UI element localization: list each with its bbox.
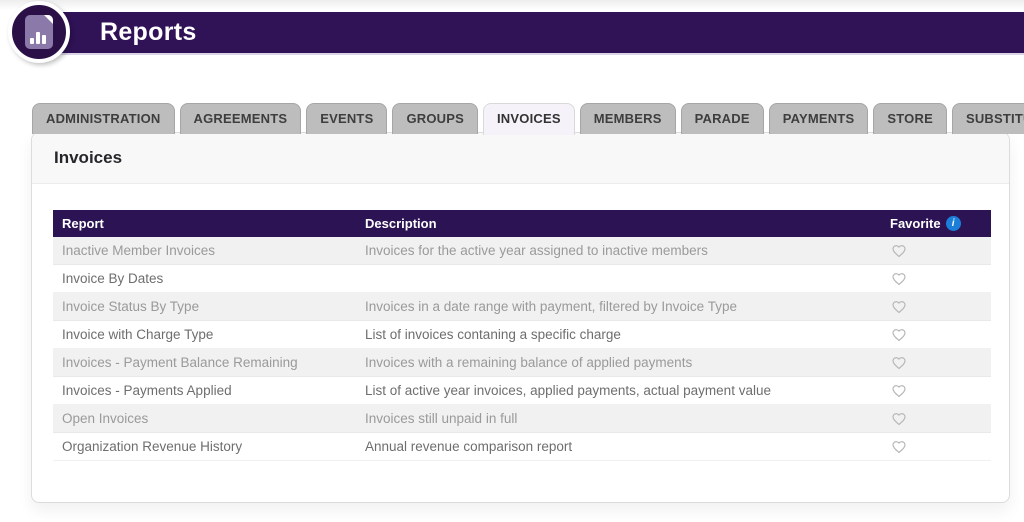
favorite-heart-icon[interactable]	[890, 327, 908, 343]
panel-header: Invoices	[32, 133, 1009, 184]
favorite-heart-icon[interactable]	[890, 411, 908, 427]
page-title: Reports	[100, 18, 197, 47]
favorite-heart-icon[interactable]	[890, 383, 908, 399]
column-header-favorite: Favorite i	[879, 216, 991, 231]
report-name-cell[interactable]: Invoice Status By Type	[53, 299, 365, 314]
report-description-cell: Annual revenue comparison report	[365, 439, 879, 454]
tab-groups[interactable]: GROUPS	[392, 103, 478, 134]
favorite-header-label: Favorite	[890, 216, 941, 231]
table-row: Inactive Member InvoicesInvoices for the…	[53, 237, 991, 265]
favorite-heart-icon[interactable]	[890, 299, 908, 315]
tab-events[interactable]: EVENTS	[306, 103, 387, 134]
tab-store[interactable]: STORE	[873, 103, 947, 134]
invoices-panel: Invoices Report Description Favorite i I…	[31, 132, 1010, 503]
column-header-report: Report	[53, 216, 365, 231]
panel-title: Invoices	[54, 148, 122, 168]
tab-invoices[interactable]: INVOICES	[483, 103, 575, 135]
favorite-heart-icon[interactable]	[890, 243, 908, 259]
tab-members[interactable]: MEMBERS	[580, 103, 676, 134]
tab-administration[interactable]: ADMINISTRATION	[32, 103, 175, 134]
report-description-cell: Invoices still unpaid in full	[365, 411, 879, 426]
table-row: Organization Revenue HistoryAnnual reven…	[53, 433, 991, 461]
report-table-body: Inactive Member InvoicesInvoices for the…	[53, 237, 991, 461]
report-document-icon	[25, 15, 53, 49]
reports-table: Report Description Favorite i Inactive M…	[53, 210, 991, 461]
favorite-heart-icon[interactable]	[890, 271, 908, 287]
report-name-cell[interactable]: Inactive Member Invoices	[53, 243, 365, 258]
table-header-row: Report Description Favorite i	[53, 210, 991, 237]
report-description-cell: List of active year invoices, applied pa…	[365, 383, 879, 398]
report-description-cell: Invoices with a remaining balance of app…	[365, 355, 879, 370]
report-name-cell[interactable]: Invoice with Charge Type	[53, 327, 365, 342]
table-row: Invoices - Payments AppliedList of activ…	[53, 377, 991, 405]
info-icon[interactable]: i	[946, 216, 961, 231]
panel-body: Report Description Favorite i Inactive M…	[32, 184, 1009, 461]
tab-payments[interactable]: PAYMENTS	[769, 103, 869, 134]
report-description-cell: List of invoices contaning a specific ch…	[365, 327, 879, 342]
report-name-cell[interactable]: Invoices - Payment Balance Remaining	[53, 355, 365, 370]
report-name-cell[interactable]: Invoice By Dates	[53, 271, 365, 286]
bar-chart-glyph	[30, 32, 46, 44]
table-row: Invoice Status By TypeInvoices in a date…	[53, 293, 991, 321]
report-name-cell[interactable]: Organization Revenue History	[53, 439, 365, 454]
folded-corner	[44, 15, 53, 24]
page-header: Reports	[57, 12, 1024, 53]
tab-substitutes[interactable]: SUBSTITUTES	[952, 103, 1024, 134]
report-name-cell[interactable]: Invoices - Payments Applied	[53, 383, 365, 398]
report-description-cell: Invoices for the active year assigned to…	[365, 243, 879, 258]
report-name-cell[interactable]: Open Invoices	[53, 411, 365, 426]
favorite-heart-icon[interactable]	[890, 355, 908, 371]
table-row: Invoices - Payment Balance RemainingInvo…	[53, 349, 991, 377]
table-row: Invoice with Charge TypeList of invoices…	[53, 321, 991, 349]
table-row: Open InvoicesInvoices still unpaid in fu…	[53, 405, 991, 433]
column-header-description: Description	[365, 216, 879, 231]
tab-bar: ADMINISTRATIONAGREEMENTSEVENTSGROUPSINVO…	[32, 103, 1024, 134]
favorite-heart-icon[interactable]	[890, 439, 908, 455]
tab-parade[interactable]: PARADE	[681, 103, 764, 134]
reports-badge	[8, 1, 70, 63]
report-description-cell: Invoices in a date range with payment, f…	[365, 299, 879, 314]
tab-agreements[interactable]: AGREEMENTS	[180, 103, 302, 134]
table-row: Invoice By Dates	[53, 265, 991, 293]
